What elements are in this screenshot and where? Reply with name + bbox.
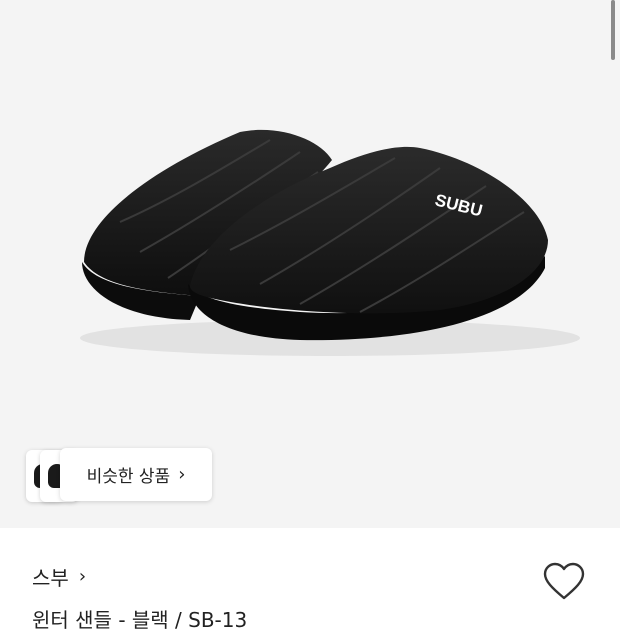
chevron-right-icon: › <box>178 463 186 485</box>
brand-link[interactable]: 스부 › <box>32 562 86 591</box>
wishlist-button[interactable] <box>542 562 586 602</box>
similar-products-label: 비슷한 상품 <box>86 467 171 487</box>
scrollbar[interactable] <box>611 0 615 60</box>
brand-name: 스부 <box>32 566 69 590</box>
heart-outline-icon <box>543 562 585 600</box>
similar-products-button[interactable]: 비슷한 상품 › <box>60 448 212 501</box>
chevron-right-icon: › <box>78 565 87 587</box>
product-title: 윈터 샌들 - 블랙 / SB-13 <box>32 608 248 632</box>
